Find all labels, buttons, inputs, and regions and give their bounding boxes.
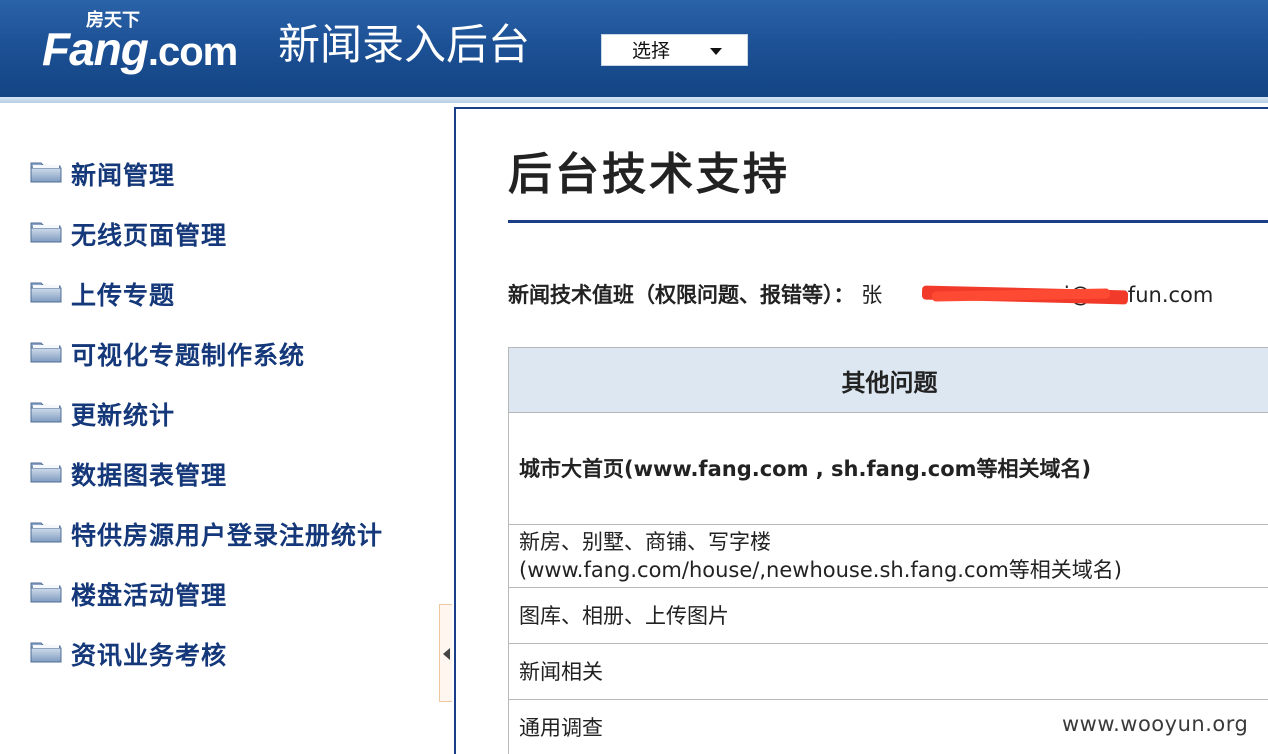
sidebar-item-label: 资讯业务考核 bbox=[71, 641, 228, 670]
collapse-left-icon bbox=[443, 648, 450, 660]
page-title: 后台技术支持 bbox=[508, 149, 790, 200]
sidebar-item-label: 可视化专题制作系统 bbox=[71, 341, 306, 370]
app-title: 新闻录入后台 bbox=[278, 20, 531, 69]
sidebar-item-label: 新闻管理 bbox=[71, 161, 176, 190]
header-divider bbox=[0, 97, 1268, 103]
top-header: 房天下 Fang.com 新闻录入后台 选择 bbox=[0, 0, 1268, 97]
main-content-panel: 后台技术支持 新闻技术值班（权限问题、报错等）： 张 i@soufun.com … bbox=[454, 107, 1268, 754]
support-table: 其他问题 城市大首页(www.fang.com , sh.fang.com等相关… bbox=[508, 347, 1268, 754]
cell-line: 新房、别墅、商铺、写字楼 bbox=[519, 530, 771, 554]
folder-icon bbox=[30, 218, 62, 244]
sidebar-item-label: 更新统计 bbox=[71, 401, 176, 430]
folder-icon bbox=[30, 158, 62, 184]
table-cell: 新闻相关 bbox=[508, 643, 1268, 700]
table-cell: 图库、相册、上传图片 bbox=[508, 587, 1268, 644]
sidebar-item-label: 上传专题 bbox=[71, 281, 176, 310]
table-row: 图库、相册、上传图片 bbox=[508, 587, 1268, 644]
folder-icon bbox=[30, 458, 62, 484]
folder-icon bbox=[30, 338, 62, 364]
sidebar-item-label: 数据图表管理 bbox=[71, 461, 228, 490]
sidebar-item-label: 特供房源用户登录注册统计 bbox=[71, 521, 384, 550]
table-row: 城市大首页(www.fang.com , sh.fang.com等相关域名) bbox=[508, 412, 1268, 525]
watermark: www.wooyun.org bbox=[1062, 712, 1249, 736]
sidebar-collapse-handle[interactable] bbox=[439, 604, 452, 702]
duty-label: 新闻技术值班（权限问题、报错等）： bbox=[508, 283, 855, 307]
folder-icon bbox=[30, 518, 62, 544]
table-header: 其他问题 bbox=[508, 347, 1268, 413]
select-value: 选择 bbox=[632, 40, 671, 62]
table-row: 新闻相关 bbox=[508, 643, 1268, 700]
table-cell: 新房、别墅、商铺、写字楼 (www.fang.com/house/,newhous… bbox=[508, 524, 1268, 588]
table-cell: 城市大首页(www.fang.com , sh.fang.com等相关域名) bbox=[508, 412, 1268, 525]
fang-logo[interactable]: 房天下 Fang.com bbox=[42, 6, 267, 86]
duty-contact-prefix: 张 bbox=[861, 283, 883, 307]
logo-fang-text: Fang bbox=[42, 23, 149, 75]
site-select-dropdown[interactable]: 选择 bbox=[601, 34, 748, 66]
logo-wordmark: Fang.com bbox=[42, 23, 238, 75]
table-row: 新房、别墅、商铺、写字楼 (www.fang.com/house/,newhous… bbox=[508, 524, 1268, 588]
title-divider bbox=[508, 220, 1268, 223]
sidebar-item-label: 楼盘活动管理 bbox=[71, 581, 228, 610]
folder-icon bbox=[30, 278, 62, 304]
cell-line: (www.fang.com/house/,newhouse.sh.fang.co… bbox=[519, 558, 1123, 582]
logo-domain-text: .com bbox=[147, 30, 238, 74]
folder-icon bbox=[30, 638, 62, 664]
folder-icon bbox=[30, 398, 62, 424]
folder-icon bbox=[30, 578, 62, 604]
sidebar-item-label: 无线页面管理 bbox=[71, 221, 228, 250]
chevron-down-icon bbox=[710, 48, 722, 55]
